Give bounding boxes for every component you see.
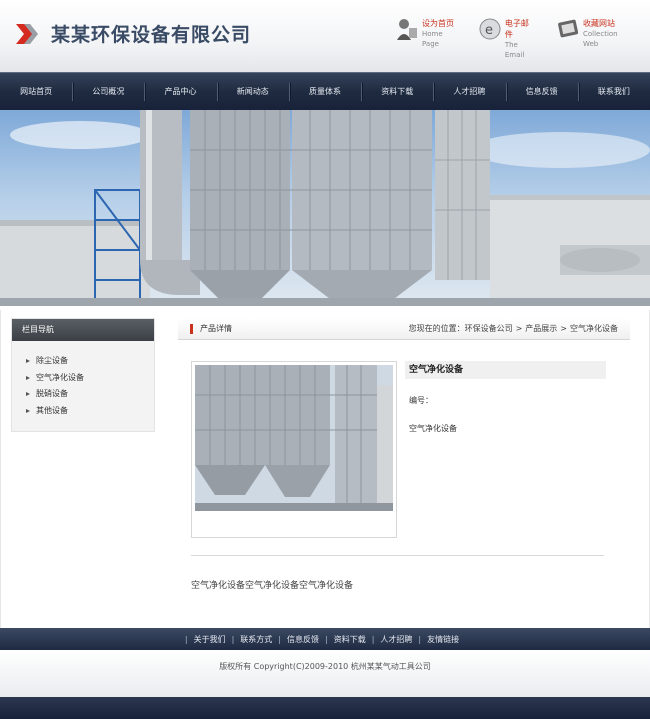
- header-link-cn: 收藏网站: [582, 19, 615, 28]
- svg-text:e: e: [485, 23, 493, 38]
- header-link-en: Home Page: [422, 30, 443, 48]
- product-number: 编号：: [409, 396, 433, 405]
- sidebar-item-air-purification[interactable]: 空气净化设备: [24, 370, 154, 387]
- breadcrumb-item-current[interactable]: 空气净化设备: [570, 318, 618, 340]
- breadcrumb-item-products[interactable]: 产品展示: [525, 318, 557, 340]
- header-link-en: Collection Web: [582, 30, 618, 48]
- nav-item-home[interactable]: 网站首页: [0, 73, 72, 110]
- header-link-cn: 电子邮件: [504, 19, 529, 39]
- product-description: 空气净化设备空气净化设备空气净化设备: [191, 581, 354, 591]
- nav-item-feedback[interactable]: 信息反馈: [505, 73, 578, 110]
- email-link[interactable]: e 电子邮件 The Email: [478, 16, 534, 60]
- product-image-frame: [191, 361, 397, 538]
- footer-bottom-bar: [0, 697, 650, 719]
- sidebar-nav: 栏目导航 除尘设备 空气净化设备 脱硝设备 其他设备: [11, 318, 155, 432]
- title-marker: [190, 324, 193, 334]
- footer-link-about[interactable]: 关于我们: [188, 634, 232, 645]
- product-image[interactable]: [195, 365, 393, 511]
- product-info: 空气净化设备 编号： 空气净化设备: [405, 361, 606, 434]
- breadcrumb-item-home[interactable]: 环保设备公司: [465, 318, 513, 340]
- copyright: 版权所有 Copyright(C)2009-2010 杭州某某气动工具公司: [0, 650, 650, 697]
- set-homepage-link[interactable]: 设为首页 Home Page: [395, 16, 456, 60]
- footer-link-feedback[interactable]: 信息反馈: [281, 634, 325, 645]
- footer-link-downloads[interactable]: 资料下载: [328, 634, 372, 645]
- sidebar-title: 栏目导航: [12, 319, 154, 341]
- page-title: 产品详情: [200, 324, 232, 333]
- logo-mark-icon: [14, 22, 42, 46]
- footer-link-contact[interactable]: 联系方式: [234, 634, 278, 645]
- home-icon: [395, 16, 419, 42]
- footer-nav: | 关于我们 | 联系方式 | 信息反馈 | 资料下载 | 人才招聘 | 友情链…: [0, 628, 650, 650]
- breadcrumb: 您现在的位置： 环保设备公司 > 产品展示 > 空气净化设备: [409, 318, 618, 340]
- nav-item-news[interactable]: 新闻动态: [216, 73, 289, 110]
- breadcrumb-separator: >: [560, 324, 567, 333]
- sidebar-item-dust-removal[interactable]: 除尘设备: [24, 353, 154, 370]
- nav-item-contact[interactable]: 联系我们: [577, 73, 650, 110]
- footer-link-friends[interactable]: 友情链接: [421, 634, 465, 645]
- content-header: 产品详情 您现在的位置： 环保设备公司 > 产品展示 > 空气净化设备: [178, 318, 630, 340]
- header-links: 设为首页 Home Page e 电子邮件 The Email 收藏网站 Col…: [395, 16, 650, 60]
- content-divider: [191, 555, 604, 556]
- bookmark-link[interactable]: 收藏网站 Collection Web: [556, 16, 628, 60]
- logo[interactable]: 某某环保设备有限公司: [14, 20, 251, 47]
- breadcrumb-prefix: 您现在的位置：: [408, 324, 465, 333]
- footer-link-jobs[interactable]: 人才招聘: [374, 634, 418, 645]
- breadcrumb-separator: >: [515, 324, 523, 333]
- product-name: 空气净化设备: [405, 361, 606, 379]
- nav-item-about[interactable]: 公司概况: [72, 73, 144, 110]
- header-link-en: The Email: [504, 41, 525, 59]
- sidebar-item-denitrification[interactable]: 脱硝设备: [24, 386, 154, 403]
- company-name: 某某环保设备有限公司: [51, 24, 252, 46]
- header-link-cn: 设为首页: [422, 19, 454, 28]
- banner-image: [0, 110, 650, 306]
- product-summary: 空气净化设备: [409, 424, 457, 433]
- nav-item-jobs[interactable]: 人才招聘: [433, 73, 505, 110]
- bookmark-icon: [556, 16, 580, 42]
- header: 某某环保设备有限公司 设为首页 Home Page e 电子邮件 The Ema…: [0, 0, 650, 72]
- nav-item-products[interactable]: 产品中心: [144, 73, 216, 110]
- sidebar-item-other[interactable]: 其他设备: [24, 403, 154, 420]
- main-nav: 网站首页 公司概况 产品中心 新闻动态 质量体系 资料下载 人才招聘 信息反馈 …: [0, 72, 650, 110]
- nav-item-downloads[interactable]: 资料下载: [361, 73, 433, 110]
- email-icon: e: [478, 16, 502, 42]
- nav-item-quality[interactable]: 质量体系: [288, 73, 361, 110]
